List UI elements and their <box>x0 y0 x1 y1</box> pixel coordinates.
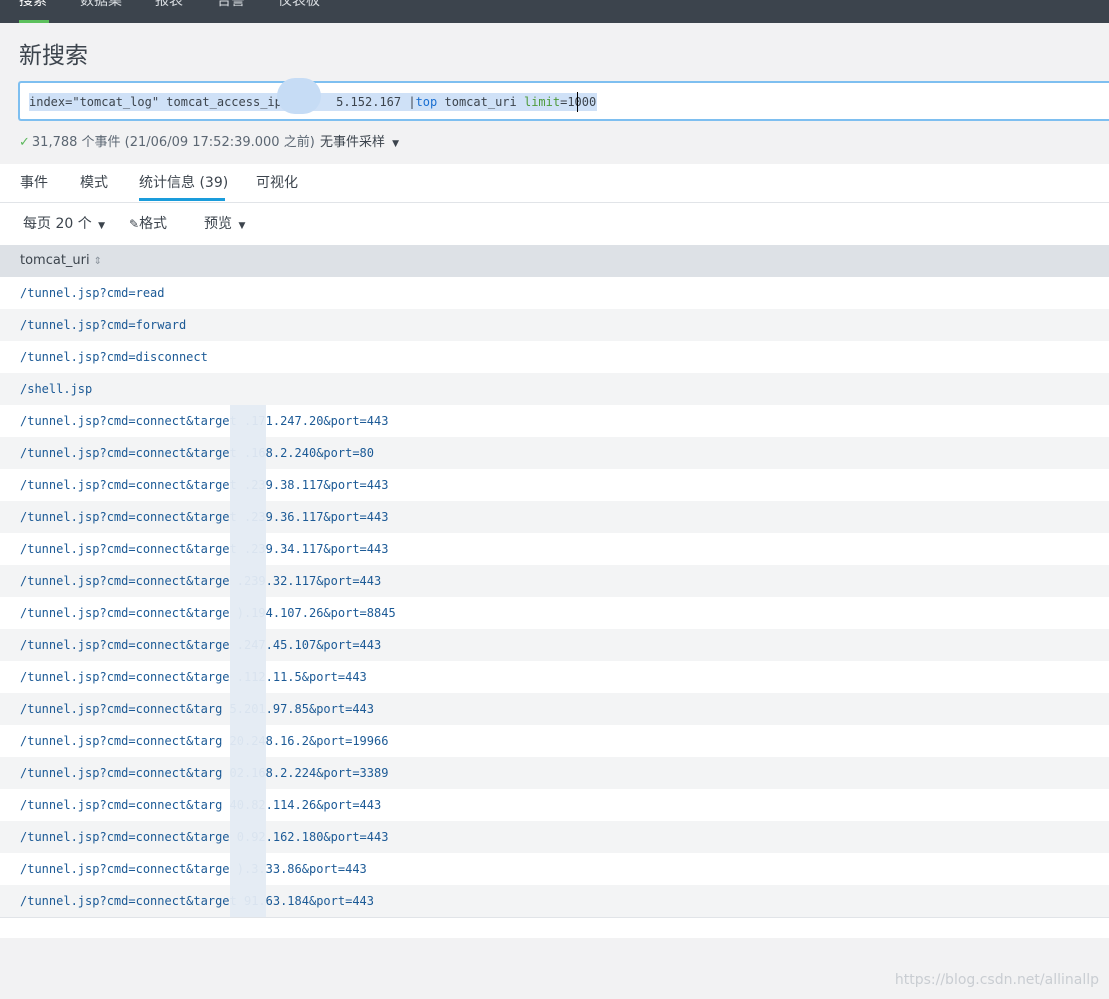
per-page-label: 每页 20 个 <box>23 216 92 232</box>
event-summary: ✓ 31,788 个事件 (21/06/09 17:52:39.000 之前) <box>19 134 315 152</box>
table-row[interactable]: /tunnel.jsp?cmd=connect&targe 0.92.162.1… <box>0 821 1109 853</box>
pencil-icon: ✎ <box>129 217 140 231</box>
table-row[interactable]: /tunnel.jsp?cmd=connect&targe ).3.33.86&… <box>0 853 1109 885</box>
caret-down-icon: ▼ <box>98 221 106 231</box>
table-row[interactable]: /tunnel.jsp?cmd=read <box>0 277 1109 309</box>
result-tabs: 事件 模式 统计信息 (39) 可视化 <box>0 164 1109 203</box>
table-body: /tunnel.jsp?cmd=read/tunnel.jsp?cmd=forw… <box>0 277 1109 917</box>
table-row[interactable]: /tunnel.jsp?cmd=connect&targe .247.45.10… <box>0 629 1109 661</box>
table-row[interactable]: /tunnel.jsp?cmd=connect&target .168.2.24… <box>0 437 1109 469</box>
table-row[interactable]: /tunnel.jsp?cmd=connect&targe ).194.107.… <box>0 597 1109 629</box>
sampling-dropdown[interactable]: 无事件采样 ▼ <box>320 134 399 152</box>
table-row[interactable]: /tunnel.jsp?cmd=connect&target 91.63.184… <box>0 885 1109 917</box>
check-icon: ✓ <box>19 135 30 150</box>
format-label: 格式 <box>139 216 168 232</box>
table-row[interactable]: /tunnel.jsp?cmd=forward <box>0 309 1109 341</box>
text-caret <box>577 92 578 112</box>
query-part-4: =1000 <box>560 95 597 109</box>
query-keyword-top: top <box>415 95 438 109</box>
table-row[interactable]: /tunnel.jsp?cmd=connect&target .239.36.1… <box>0 501 1109 533</box>
table-row[interactable]: /tunnel.jsp?cmd=connect&targ 02.168.2.22… <box>0 757 1109 789</box>
nav-item-datasets[interactable]: 数据集 <box>80 0 122 23</box>
tab-active-indicator <box>139 198 225 201</box>
sampling-label: 无事件采样 <box>320 135 386 150</box>
results-toolbar: 每页 20 个 ▼ ✎格式 预览 ▼ <box>0 203 1109 245</box>
query-part-1: index="tomcat_log" tomcat_access_ip= <box>29 95 290 109</box>
tab-events[interactable]: 事件 <box>20 173 48 193</box>
preview-label: 预览 <box>204 216 232 232</box>
format-button[interactable]: ✎格式 <box>129 214 167 234</box>
top-nav: 搜索 数据集 报表 告警 仪表板 <box>0 0 1109 23</box>
query-part-2: 5.152.167 | <box>336 95 416 109</box>
table-row[interactable]: /tunnel.jsp?cmd=connect&targ 5.201.97.85… <box>0 693 1109 725</box>
nav-active-indicator <box>19 20 49 23</box>
table-row[interactable]: /shell.jsp <box>0 373 1109 405</box>
redaction-mark <box>230 405 266 917</box>
table-row[interactable]: /tunnel.jsp?cmd=connect&targ 20.248.16.2… <box>0 725 1109 757</box>
per-page-dropdown[interactable]: 每页 20 个 ▼ <box>23 214 105 234</box>
tab-statistics[interactable]: 统计信息 (39) <box>139 173 228 193</box>
event-summary-text: 31,788 个事件 (21/06/09 17:52:39.000 之前) <box>31 135 315 150</box>
table-row[interactable]: /tunnel.jsp?cmd=connect&targ 40.82.114.2… <box>0 789 1109 821</box>
page-title: 新搜索 <box>19 43 88 69</box>
table-row[interactable]: /tunnel.jsp?cmd=connect&targe .239.32.11… <box>0 565 1109 597</box>
preview-dropdown[interactable]: 预览 ▼ <box>204 214 245 234</box>
table-row[interactable]: /tunnel.jsp?cmd=connect&target .171.247.… <box>0 405 1109 437</box>
redaction-mark <box>277 78 321 114</box>
results-table: tomcat_uri ⇕ /tunnel.jsp?cmd=read/tunnel.… <box>0 245 1109 938</box>
tab-visualization[interactable]: 可视化 <box>256 173 298 193</box>
nav-item-dashboards[interactable]: 仪表板 <box>278 0 320 23</box>
table-row[interactable]: /tunnel.jsp?cmd=disconnect <box>0 341 1109 373</box>
nav-item-alerts[interactable]: 告警 <box>217 0 245 23</box>
table-row[interactable]: /tunnel.jsp?cmd=connect&target .239.34.1… <box>0 533 1109 565</box>
table-row[interactable]: /tunnel.jsp?cmd=connect&targe .112.11.5&… <box>0 661 1109 693</box>
caret-down-icon: ▼ <box>392 139 400 149</box>
search-input[interactable]: index="tomcat_log" tomcat_access_ip= 5.15… <box>18 81 1109 121</box>
caret-down-icon: ▼ <box>238 221 246 231</box>
watermark: https://blog.csdn.net/allinallp <box>894 972 1099 988</box>
tab-patterns[interactable]: 模式 <box>80 173 108 193</box>
table-row[interactable]: /tunnel.jsp?cmd=connect&target .239.38.1… <box>0 469 1109 501</box>
nav-item-reports[interactable]: 报表 <box>155 0 183 23</box>
query-part-3: tomcat_uri <box>437 95 524 109</box>
column-header-tomcat-uri[interactable]: tomcat_uri ⇕ <box>0 245 1109 277</box>
sort-icon[interactable]: ⇕ <box>94 256 102 267</box>
column-header-label: tomcat_uri <box>20 253 90 268</box>
query-keyword-limit: limit <box>523 95 561 109</box>
table-footer <box>0 917 1109 938</box>
